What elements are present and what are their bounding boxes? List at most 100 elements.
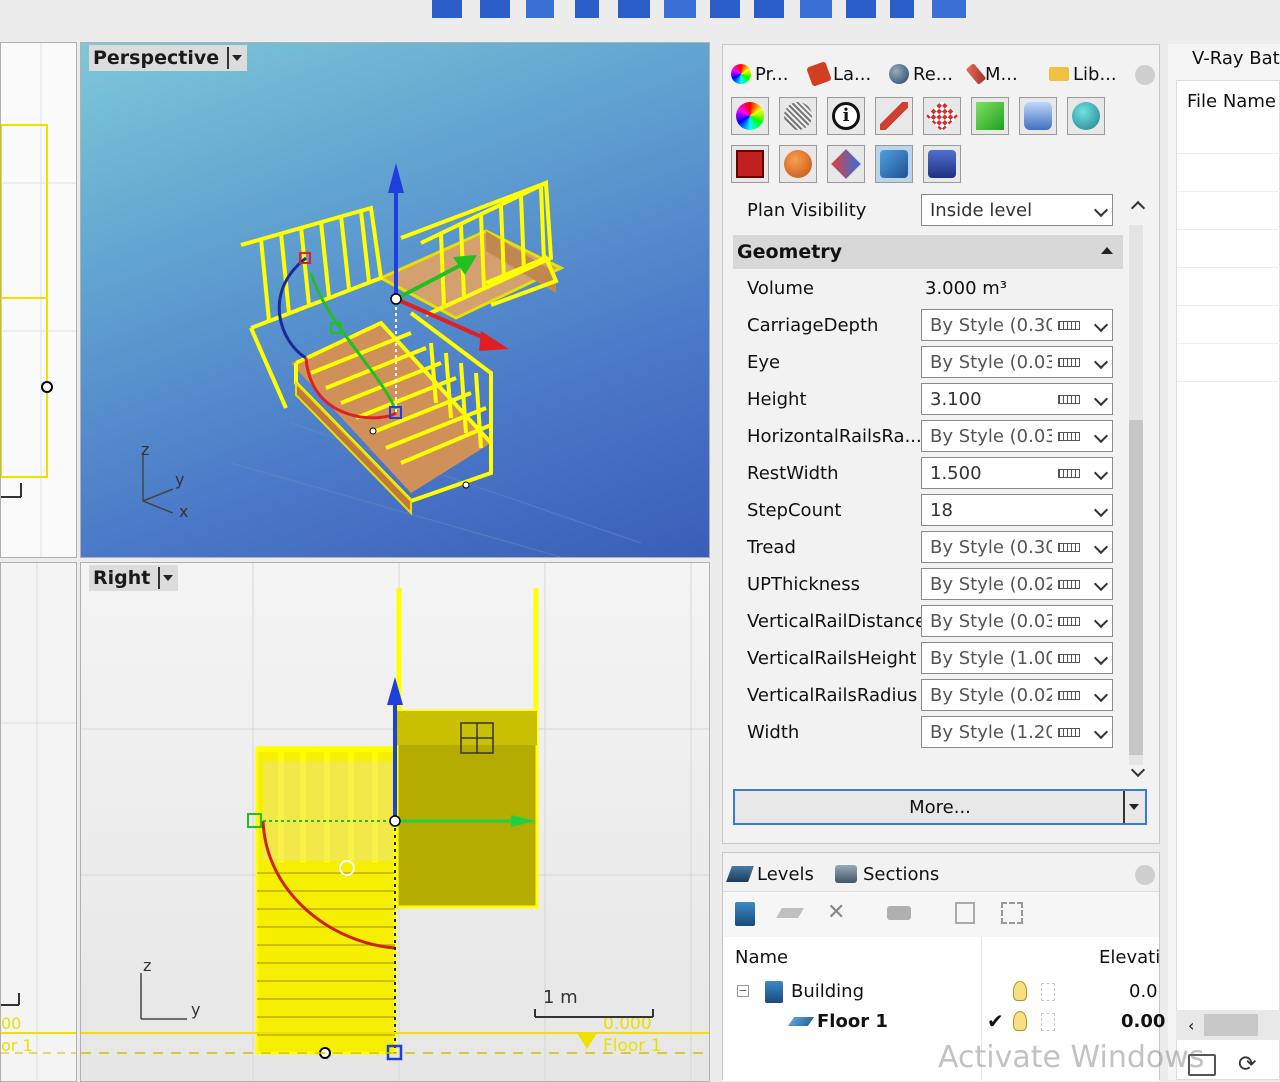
more-dropdown[interactable] [1123, 791, 1145, 823]
property-field[interactable]: By Style (0.020 [921, 568, 1113, 600]
property-field[interactable]: By Style (0.300 [921, 531, 1113, 563]
tab-render[interactable]: Re... [889, 59, 953, 89]
chevron-down-icon[interactable] [1093, 650, 1109, 666]
property-field[interactable]: By Style (0.300 [921, 309, 1113, 341]
property-value: By Style (0.300 [930, 536, 1052, 558]
decal-button[interactable] [731, 145, 769, 183]
ruler-icon[interactable] [1058, 728, 1080, 737]
texture-button[interactable] [923, 97, 961, 135]
zoom-extents-icon[interactable] [1001, 902, 1023, 924]
property-field[interactable]: By Style (0.030 [921, 420, 1113, 452]
chevron-down-icon[interactable] [1093, 539, 1109, 555]
property-field[interactable]: 1.500 [921, 457, 1113, 489]
viewport-menu-chevron-icon[interactable] [227, 47, 243, 69]
chevron-down-icon[interactable] [1093, 465, 1109, 481]
more-button[interactable]: More... [733, 789, 1147, 825]
ruler-icon[interactable] [1058, 691, 1080, 700]
object-color-button[interactable] [731, 97, 769, 135]
edge-softening-button[interactable] [779, 145, 817, 183]
chevron-down-icon[interactable] [1093, 576, 1109, 592]
right-viewport-title[interactable]: Right [89, 565, 179, 591]
chevron-down-icon[interactable] [1093, 613, 1109, 629]
ruler-icon[interactable] [1058, 432, 1080, 441]
chevron-down-icon[interactable] [1093, 687, 1109, 703]
front-viewport-partial[interactable]: 00 or 1 [0, 562, 77, 1082]
grip-point[interactable] [41, 381, 53, 393]
vray-batch-panel: V-Ray Batc File Name ‹ ⟳ [1168, 44, 1280, 1080]
tree-row-building[interactable]: − Building 0.0 [723, 977, 1159, 1007]
curve-piping-button[interactable] [1019, 97, 1057, 135]
shading-button[interactable] [779, 97, 817, 135]
property-field[interactable]: By Style (1.000 [921, 642, 1113, 674]
lock-icon[interactable] [1041, 983, 1055, 1001]
ruler-icon[interactable] [1058, 580, 1080, 589]
lightbulb-icon[interactable] [1013, 981, 1027, 1001]
chevron-down-icon[interactable] [1093, 391, 1109, 407]
chevron-down-icon[interactable] [1093, 354, 1109, 370]
property-field[interactable]: By Style (0.030 [921, 346, 1113, 378]
orange-sphere-icon [784, 150, 812, 178]
horizontal-scrollbar[interactable]: ‹ [1176, 1010, 1280, 1040]
vray-file-list[interactable]: File Name [1176, 80, 1280, 1080]
gear-icon[interactable] [1135, 865, 1155, 885]
perspective-stair-model[interactable]: z y x [81, 43, 709, 557]
geometry-section-header[interactable]: Geometry [733, 235, 1123, 269]
delete-icon[interactable]: ✕ [827, 900, 845, 925]
property-field[interactable]: 3.100 [921, 383, 1113, 415]
info-button[interactable]: i [827, 97, 865, 135]
property-field[interactable]: By Style (1.200 [921, 716, 1113, 748]
material-button[interactable] [875, 97, 913, 135]
ruler-icon[interactable] [1058, 543, 1080, 552]
perspective-viewport[interactable]: z y x Perspective [80, 42, 710, 558]
ruler-icon[interactable] [1058, 617, 1080, 626]
perspective-viewport-title[interactable]: Perspective [89, 45, 248, 71]
toolbar-icon-strip[interactable] [432, 0, 966, 18]
new-building-icon[interactable] [735, 902, 755, 926]
ruler-icon[interactable] [1058, 321, 1080, 330]
save-icon[interactable] [955, 902, 975, 924]
scrollbar-thumb[interactable] [1129, 420, 1143, 755]
surface-button[interactable] [971, 97, 1009, 135]
tab-materials[interactable]: M... [965, 59, 1018, 89]
lightbulb-icon[interactable] [1013, 1011, 1027, 1031]
property-select[interactable]: 18 [921, 494, 1113, 526]
property-field[interactable]: By Style (0.030 [921, 605, 1113, 637]
scroll-left-icon[interactable]: ‹ [1188, 1016, 1194, 1035]
ruler-icon[interactable] [1058, 654, 1080, 663]
ruler-icon[interactable] [1058, 395, 1080, 404]
ruler-icon[interactable] [1058, 469, 1080, 478]
chevron-down-icon[interactable] [1093, 317, 1109, 333]
scrollbar-thumb[interactable] [1204, 1014, 1258, 1036]
gear-icon[interactable] [1135, 65, 1155, 85]
tab-properties[interactable]: Pr... [731, 59, 788, 89]
attributes-button[interactable] [827, 145, 865, 183]
checkmark-icon[interactable]: ✔ [987, 1009, 1004, 1033]
display-mode-button[interactable] [1067, 97, 1105, 135]
stair-properties-button[interactable] [875, 145, 913, 183]
refresh-icon[interactable]: ⟳ [1238, 1052, 1256, 1077]
tab-sections[interactable]: Sections [835, 861, 939, 887]
scroll-down-icon[interactable] [1130, 762, 1146, 778]
top-viewport-partial[interactable] [0, 42, 77, 558]
plan-visibility-select[interactable]: Inside level [921, 194, 1113, 226]
database-button[interactable] [923, 145, 961, 183]
right-elevation-model[interactable]: 0.000 Floor 1 1 m z y [81, 563, 709, 1081]
tab-layers[interactable]: La... [806, 59, 871, 89]
lock-icon[interactable] [1041, 1013, 1055, 1031]
tree-row-floor1[interactable]: Floor 1 ✔ 0.00 [723, 1007, 1165, 1037]
right-viewport[interactable]: 0.000 Floor 1 1 m z y Right [80, 562, 710, 1082]
level-properties-icon[interactable] [887, 906, 911, 920]
ruler-icon[interactable] [1058, 358, 1080, 367]
chevron-down-icon[interactable] [1093, 502, 1109, 518]
properties-scrollbar[interactable] [1129, 225, 1143, 765]
new-level-icon[interactable] [776, 908, 804, 918]
tab-levels[interactable]: Levels [726, 861, 814, 887]
tab-library[interactable]: Lib... [1049, 59, 1117, 89]
collapse-icon[interactable] [1101, 247, 1113, 254]
property-field[interactable]: By Style (0.020 [921, 679, 1113, 711]
collapse-toggle-icon[interactable]: − [737, 985, 749, 997]
chevron-down-icon[interactable] [1093, 428, 1109, 444]
chevron-down-icon[interactable] [1093, 724, 1109, 740]
viewport-menu-chevron-icon[interactable] [158, 567, 174, 589]
building-icon [765, 981, 783, 1003]
